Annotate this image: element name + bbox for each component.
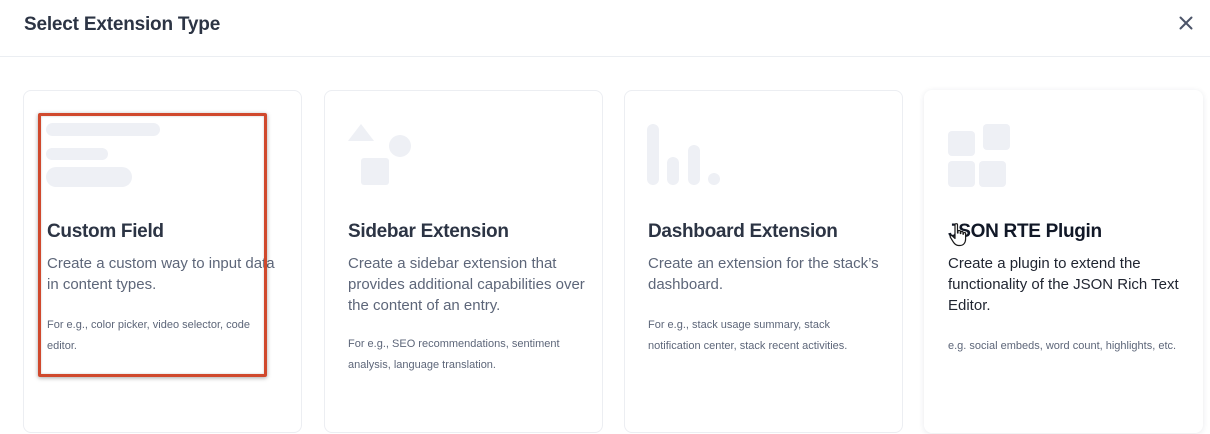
card-title: Sidebar Extension (348, 221, 509, 242)
card-json-rte-plugin[interactable]: JSON RTE Plugin Create a plugin to exten… (924, 90, 1203, 433)
close-button[interactable] (1174, 11, 1198, 35)
card-example: For e.g., SEO recommendations, sentiment… (348, 338, 560, 371)
card-custom-field[interactable]: Custom Field Create a custom way to inpu… (23, 90, 302, 433)
modal-header: Select Extension Type (0, 0, 1210, 57)
close-icon[interactable] (1174, 11, 1198, 35)
card-example: For e.g., color picker, video selector, … (47, 319, 250, 352)
card-sidebar-extension[interactable]: Sidebar Extension Create a sidebar exten… (324, 90, 603, 433)
card-example: e.g. social embeds, word count, highligh… (948, 340, 1177, 352)
shapes-icon (348, 124, 411, 185)
card-dashboard-extension[interactable]: Dashboard Extension Create an extension … (624, 90, 903, 433)
card-title: Custom Field (47, 221, 164, 242)
card-example: For e.g., stack usage summary, stack not… (648, 319, 848, 352)
card-description: Create an extension for the stack’s dash… (648, 255, 879, 293)
card-title: JSON RTE Plugin (948, 221, 1102, 242)
blocks-icon (948, 124, 1010, 187)
card-description: Create a plugin to extend the functional… (948, 255, 1179, 314)
card-title: Dashboard Extension (648, 221, 838, 242)
card-description: Create a sidebar extension that provides… (348, 255, 585, 314)
text-lines-icon (46, 123, 160, 187)
card-description: Create a custom way to input data in con… (47, 255, 275, 293)
bar-chart-icon (647, 124, 720, 185)
modal-title: Select Extension Type (24, 14, 221, 35)
